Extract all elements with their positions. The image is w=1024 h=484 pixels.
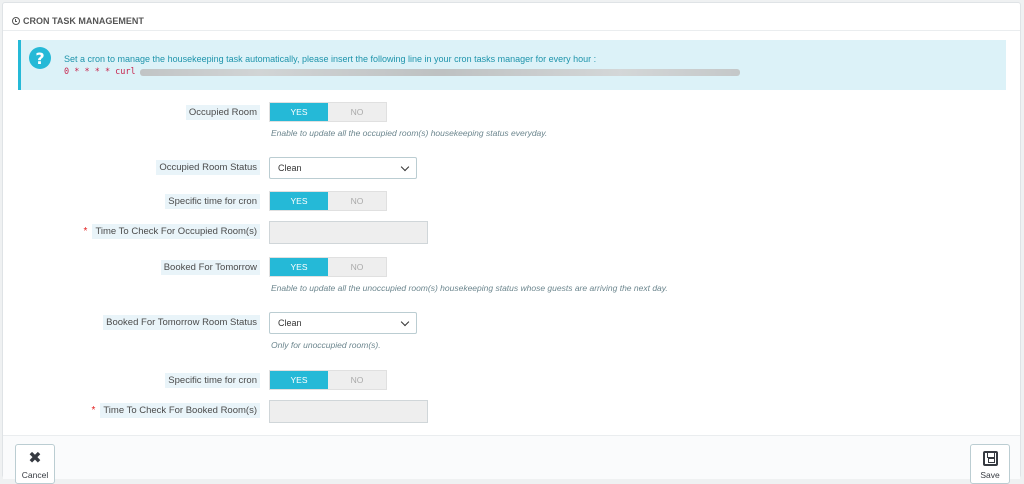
booked-tomorrow-yes[interactable]: YES bbox=[270, 258, 328, 276]
required-marker: * bbox=[83, 226, 88, 237]
booked-tomorrow-status-label: Booked For Tomorrow Room Status bbox=[103, 315, 260, 330]
clock-icon bbox=[12, 17, 20, 25]
occupied-room-status-select[interactable]: Clean bbox=[269, 157, 417, 179]
redacted-url bbox=[139, 68, 740, 76]
panel-heading: CRON TASK MANAGEMENT bbox=[3, 3, 1020, 31]
time-check-booked-row: * Time To Check For Booked Room(s) bbox=[3, 400, 1022, 423]
time-check-occupied-input[interactable] bbox=[269, 221, 428, 244]
occupied-room-help: Enable to update all the occupied room(s… bbox=[271, 128, 548, 138]
chevron-down-icon bbox=[400, 317, 410, 326]
panel-footer: ✖ Cancel Save bbox=[3, 435, 1020, 484]
specific-time-1-row: Specific time for cron YES NO bbox=[3, 191, 1022, 213]
alert-message: Set a cron to manage the housekeeping ta… bbox=[64, 54, 597, 64]
specific-time-1-switch[interactable]: YES NO bbox=[269, 191, 387, 211]
specific-time-2-no[interactable]: NO bbox=[328, 371, 386, 389]
occupied-room-yes[interactable]: YES bbox=[270, 103, 328, 121]
booked-tomorrow-label: Booked For Tomorrow bbox=[160, 260, 260, 275]
booked-tomorrow-status-select[interactable]: Clean bbox=[269, 312, 417, 334]
cancel-label: Cancel bbox=[21, 470, 49, 480]
cancel-button[interactable]: ✖ Cancel bbox=[15, 444, 55, 484]
specific-time-1-no[interactable]: NO bbox=[328, 192, 386, 210]
required-marker: * bbox=[91, 405, 96, 416]
booked-tomorrow-no[interactable]: NO bbox=[328, 258, 386, 276]
chevron-down-icon bbox=[400, 162, 410, 171]
occupied-room-status-row: Occupied Room Status Clean bbox=[3, 157, 1022, 179]
specific-time-2-switch[interactable]: YES NO bbox=[269, 370, 387, 390]
time-check-booked-label-wrap: * Time To Check For Booked Room(s) bbox=[91, 403, 260, 418]
booked-tomorrow-row: Booked For Tomorrow YES NO bbox=[3, 257, 1022, 279]
booked-tomorrow-help: Enable to update all the unoccupied room… bbox=[271, 283, 668, 293]
time-check-occupied-label-wrap: * Time To Check For Occupied Room(s) bbox=[84, 224, 260, 239]
close-icon: ✖ bbox=[28, 450, 42, 467]
occupied-room-status-value: Clean bbox=[278, 163, 302, 173]
save-button[interactable]: Save bbox=[970, 444, 1010, 484]
time-check-booked-label: Time To Check For Booked Room(s) bbox=[100, 403, 260, 418]
time-check-booked-input[interactable] bbox=[269, 400, 428, 423]
cron-panel: CRON TASK MANAGEMENT ? Set a cron to man… bbox=[2, 2, 1022, 484]
question-icon: ? bbox=[29, 47, 51, 69]
occupied-room-label: Occupied Room bbox=[185, 105, 260, 120]
specific-time-1-label: Specific time for cron bbox=[165, 194, 260, 209]
time-check-occupied-row: * Time To Check For Occupied Room(s) bbox=[3, 221, 1022, 244]
info-alert: ? Set a cron to manage the housekeeping … bbox=[18, 40, 1006, 90]
occupied-room-status-label: Occupied Room Status bbox=[156, 160, 260, 175]
specific-time-1-yes[interactable]: YES bbox=[270, 192, 328, 210]
booked-tomorrow-status-help: Only for unoccupied room(s). bbox=[271, 340, 381, 350]
cron-command: 0 * * * * curl bbox=[64, 67, 740, 77]
specific-time-2-label: Specific time for cron bbox=[165, 373, 260, 388]
occupied-room-row: Occupied Room YES NO bbox=[3, 102, 1022, 124]
occupied-room-switch[interactable]: YES NO bbox=[269, 102, 387, 122]
time-check-occupied-label: Time To Check For Occupied Room(s) bbox=[92, 224, 260, 239]
booked-tomorrow-status-row: Booked For Tomorrow Room Status Clean bbox=[3, 312, 1022, 334]
occupied-room-no[interactable]: NO bbox=[328, 103, 386, 121]
save-icon bbox=[982, 451, 998, 466]
booked-tomorrow-switch[interactable]: YES NO bbox=[269, 257, 387, 277]
specific-time-2-yes[interactable]: YES bbox=[270, 371, 328, 389]
save-label: Save bbox=[980, 470, 1000, 480]
cron-command-text: 0 * * * * curl bbox=[64, 67, 136, 77]
panel-title: CRON TASK MANAGEMENT bbox=[23, 16, 144, 26]
booked-tomorrow-status-value: Clean bbox=[278, 318, 302, 328]
specific-time-2-row: Specific time for cron YES NO bbox=[3, 370, 1022, 392]
